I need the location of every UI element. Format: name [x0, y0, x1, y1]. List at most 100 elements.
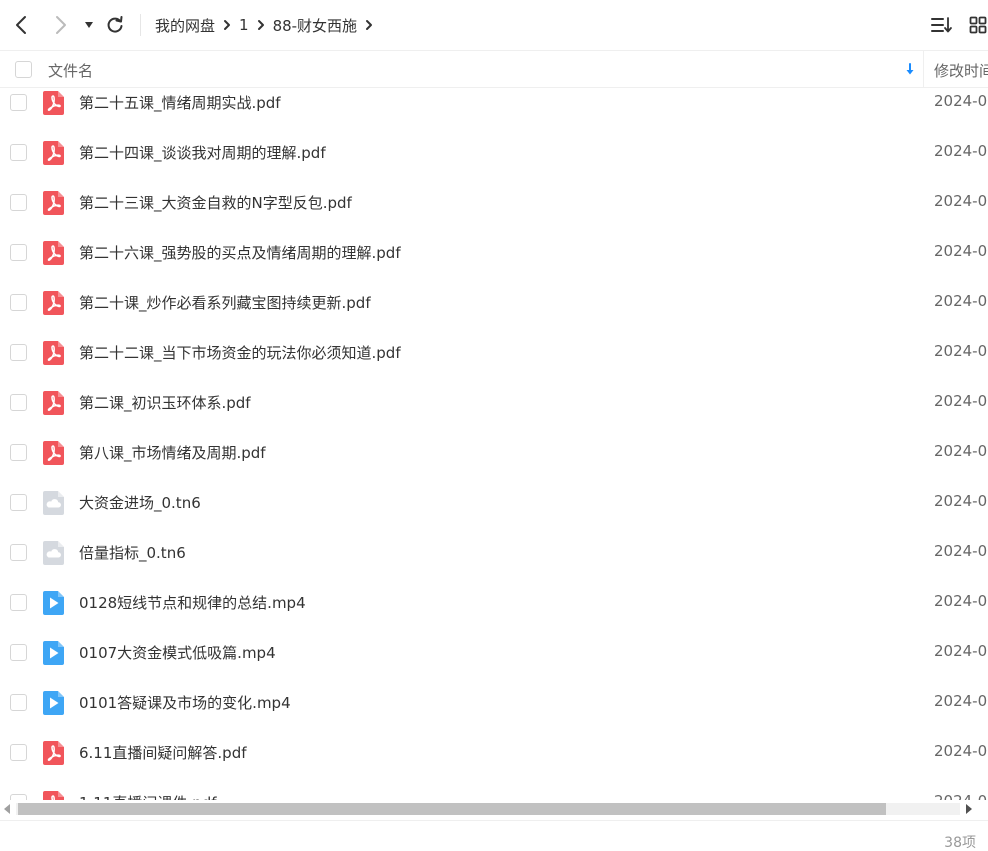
- file-modified-time: 2024-0: [934, 192, 988, 210]
- file-name[interactable]: 0107大资金模式低吸篇.mp4: [79, 642, 276, 663]
- row-checkbox[interactable]: [10, 444, 27, 461]
- toolbar: 我的网盘 1 88-财女西施: [0, 0, 988, 50]
- file-row[interactable]: 第二十二课_当下市场资金的玩法你必须知道.pdf 2024-0: [0, 328, 988, 378]
- history-dropdown-button[interactable]: [80, 12, 98, 38]
- pdf-file-icon: [43, 441, 64, 465]
- file-row[interactable]: 1.11直播间课件.pdf 2024-0: [0, 778, 988, 800]
- breadcrumb: 我的网盘 1 88-财女西施: [155, 13, 381, 37]
- file-row[interactable]: 大资金进场_0.tn6 2024-0: [0, 478, 988, 528]
- row-checkbox[interactable]: [10, 594, 27, 611]
- row-checkbox[interactable]: [10, 344, 27, 361]
- file-name[interactable]: 第八课_市场情绪及周期.pdf: [79, 442, 266, 463]
- pdf-file-icon: [43, 291, 64, 315]
- file-list-content: 第二十五课_情绪周期实战.pdf 2024-0 第二十四课_谈谈我对周期的理解.pd…: [0, 88, 988, 800]
- row-checkbox[interactable]: [10, 644, 27, 661]
- file-name[interactable]: 第二十四课_谈谈我对周期的理解.pdf: [79, 142, 326, 163]
- file-row[interactable]: 第二十六课_强势股的买点及情绪周期的理解.pdf 2024-0: [0, 228, 988, 278]
- file-modified-time: 2024-0: [934, 542, 988, 560]
- file-name[interactable]: 第二十六课_强势股的买点及情绪周期的理解.pdf: [79, 242, 401, 263]
- file-modified-time: 2024-0: [934, 342, 988, 360]
- refresh-icon: [107, 16, 123, 33]
- row-checkbox[interactable]: [10, 294, 27, 311]
- file-name[interactable]: 第二课_初识玉环体系.pdf: [79, 392, 251, 413]
- file-row[interactable]: 第二十课_炒作必看系列藏宝图持续更新.pdf 2024-0: [0, 278, 988, 328]
- file-name[interactable]: 第二十三课_大资金自救的N字型反包.pdf: [79, 192, 352, 213]
- file-modified-time: 2024-0: [934, 142, 988, 160]
- list-header: 文件名 修改时间: [0, 50, 988, 88]
- refresh-button[interactable]: [103, 12, 127, 38]
- breadcrumb-item-current[interactable]: 88-财女西施: [273, 15, 358, 36]
- generic-file-icon: [43, 541, 64, 565]
- row-checkbox[interactable]: [10, 494, 27, 511]
- file-name[interactable]: 6.11直播间疑问解答.pdf: [79, 742, 247, 763]
- file-modified-time: 2024-0: [934, 792, 987, 800]
- chevron-left-icon: [16, 16, 26, 34]
- file-row[interactable]: 第二十五课_情绪周期实战.pdf 2024-0: [0, 88, 988, 128]
- pdf-file-icon: [43, 741, 64, 765]
- scroll-right-icon[interactable]: [964, 803, 974, 815]
- file-name[interactable]: 大资金进场_0.tn6: [79, 492, 201, 513]
- file-modified-time: 2024-0: [934, 92, 988, 110]
- sort-list-icon: [931, 17, 952, 33]
- row-checkbox[interactable]: [10, 744, 27, 761]
- pdf-file-icon: [43, 241, 64, 265]
- forward-button[interactable]: [49, 12, 73, 38]
- sort-desc-icon[interactable]: [902, 60, 918, 78]
- select-all-checkbox[interactable]: [15, 61, 32, 78]
- breadcrumb-item-root[interactable]: 我的网盘: [155, 15, 215, 36]
- file-name[interactable]: 第二十课_炒作必看系列藏宝图持续更新.pdf: [79, 292, 371, 313]
- row-checkbox[interactable]: [10, 394, 27, 411]
- file-name[interactable]: 0101答疑课及市场的变化.mp4: [79, 692, 291, 713]
- file-name[interactable]: 1.11直播间课件.pdf: [79, 792, 217, 800]
- chevron-right-icon: [215, 13, 239, 37]
- pdf-file-icon: [43, 191, 64, 215]
- file-row[interactable]: 0107大资金模式低吸篇.mp4 2024-0: [0, 628, 988, 678]
- file-modified-time: 2024-0: [934, 242, 988, 260]
- breadcrumb-item-folder[interactable]: 1: [239, 16, 249, 34]
- file-list[interactable]: 第二十五课_情绪周期实战.pdf 2024-0 第二十四课_谈谈我对周期的理解.pd…: [0, 88, 988, 800]
- generic-file-icon: [43, 491, 64, 515]
- file-modified-time: 2024-0: [934, 742, 988, 760]
- file-name[interactable]: 第二十五课_情绪周期实战.pdf: [79, 92, 281, 113]
- file-modified-time: 2024-0: [934, 592, 988, 610]
- scroll-thumb[interactable]: [18, 803, 886, 815]
- file-modified-time: 2024-0: [934, 442, 988, 460]
- file-name[interactable]: 倍量指标_0.tn6: [79, 542, 186, 563]
- column-header-time[interactable]: 修改时间: [934, 60, 988, 81]
- file-row[interactable]: 0128短线节点和规律的总结.mp4 2024-0: [0, 578, 988, 628]
- pdf-file-icon: [43, 141, 64, 165]
- video-file-icon: [43, 691, 64, 715]
- file-row[interactable]: 第八课_市场情绪及周期.pdf 2024-0: [0, 428, 988, 478]
- file-row[interactable]: 6.11直播间疑问解答.pdf 2024-0: [0, 728, 988, 778]
- row-checkbox[interactable]: [10, 544, 27, 561]
- horizontal-scrollbar[interactable]: [0, 800, 988, 818]
- column-divider[interactable]: [923, 51, 924, 88]
- file-row[interactable]: 0101答疑课及市场的变化.mp4 2024-0: [0, 678, 988, 728]
- file-row[interactable]: 第二十三课_大资金自救的N字型反包.pdf 2024-0: [0, 178, 988, 228]
- pdf-file-icon: [43, 91, 64, 115]
- row-checkbox[interactable]: [10, 94, 27, 111]
- pdf-file-icon: [43, 391, 64, 415]
- file-row[interactable]: 第二十四课_谈谈我对周期的理解.pdf 2024-0: [0, 128, 988, 178]
- file-modified-time: 2024-0: [934, 392, 988, 410]
- grid-icon: [969, 16, 987, 34]
- row-checkbox[interactable]: [10, 694, 27, 711]
- file-row[interactable]: 倍量指标_0.tn6 2024-0: [0, 528, 988, 578]
- sort-list-button[interactable]: [930, 13, 954, 37]
- file-modified-time: 2024-0: [934, 642, 988, 660]
- file-name[interactable]: 第二十二课_当下市场资金的玩法你必须知道.pdf: [79, 342, 401, 363]
- row-checkbox[interactable]: [10, 144, 27, 161]
- item-count: 38项: [944, 835, 976, 851]
- row-checkbox[interactable]: [10, 194, 27, 211]
- video-file-icon: [43, 591, 64, 615]
- file-modified-time: 2024-0: [934, 292, 988, 310]
- back-button[interactable]: [9, 12, 33, 38]
- grid-view-button[interactable]: [966, 13, 988, 37]
- column-header-name[interactable]: 文件名: [48, 60, 93, 81]
- caret-down-icon: [85, 22, 93, 28]
- file-row[interactable]: 第二课_初识玉环体系.pdf 2024-0: [0, 378, 988, 428]
- row-checkbox[interactable]: [10, 244, 27, 261]
- scroll-left-icon[interactable]: [2, 803, 12, 815]
- file-name[interactable]: 0128短线节点和规律的总结.mp4: [79, 592, 306, 613]
- chevron-right-icon: [56, 16, 66, 34]
